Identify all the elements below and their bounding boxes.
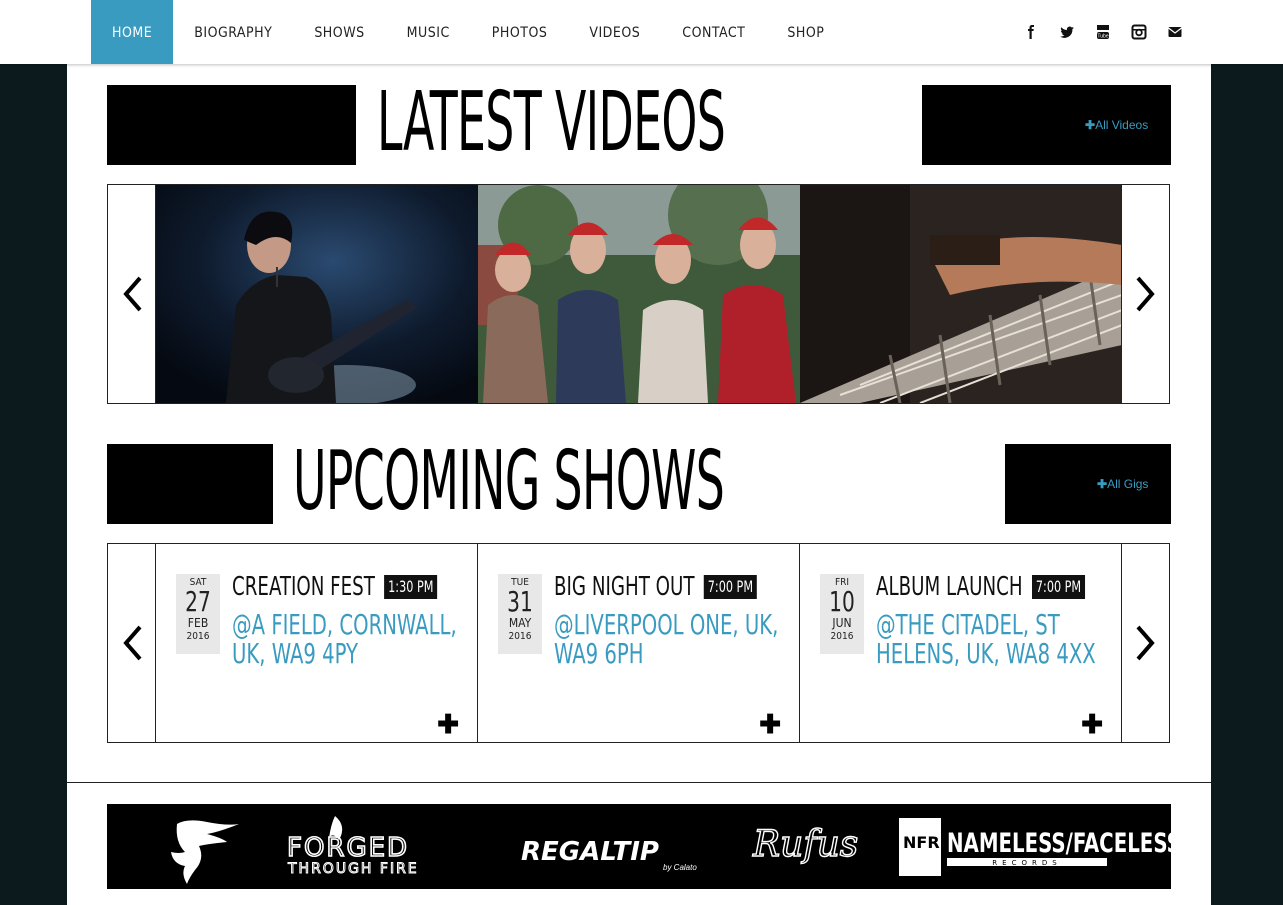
svg-text:THROUGH FIRE: THROUGH FIRE: [287, 861, 419, 877]
facebook-icon[interactable]: [1023, 24, 1039, 40]
svg-text:FORGED: FORGED: [287, 833, 409, 863]
chevron-left-icon: [122, 276, 142, 312]
nav-shop[interactable]: SHOP: [766, 0, 845, 64]
shows-title: UPCOMING SHOWS: [293, 434, 725, 529]
svg-text:RECORDS: RECORDS: [992, 859, 1061, 867]
shows-next-button[interactable]: [1121, 544, 1169, 742]
rufus-logo: Rufus: [751, 823, 859, 865]
forged-through-fire-logo: FORGED THROUGH FIRE: [286, 816, 419, 878]
nameless-faceless-records-logo: NFR NAMELESS/FACELESS RECORDS: [899, 818, 1181, 876]
show-name: CREATION FEST: [232, 572, 375, 602]
show-year: 2016: [830, 631, 854, 642]
svg-text:by Calato: by Calato: [663, 863, 697, 872]
show-card[interactable]: TUE 31 MAY 2016 BIG NIGHT OUT 7:00 PM @LI…: [478, 544, 800, 742]
show-time-badge: 7:00 PM: [703, 575, 757, 599]
all-gigs-link[interactable]: ✚All Gigs: [1097, 477, 1148, 491]
svg-text:REGALTIP: REGALTIP: [521, 837, 659, 867]
youtube-icon[interactable]: Tube: [1095, 24, 1111, 40]
show-title: CREATION FEST 1:30 PM: [232, 572, 438, 602]
show-venue[interactable]: @LIVERPOOL ONE, UK, WA9 6PH: [554, 610, 788, 668]
video-thumbnail-2[interactable]: [478, 185, 800, 403]
envelope-icon[interactable]: [1167, 24, 1183, 40]
all-gigs-label: All Gigs: [1107, 477, 1149, 491]
show-card[interactable]: SAT 27 FEB 2016 CREATION FEST 1:30 PM @A …: [156, 544, 478, 742]
shows-carousel: SAT 27 FEB 2016 CREATION FEST 1:30 PM @A …: [107, 543, 1170, 743]
show-name: BIG NIGHT OUT: [554, 572, 695, 602]
regaltip-logo: REGALTIP by Calato: [521, 837, 697, 872]
nav-videos[interactable]: VIDEOS: [568, 0, 661, 64]
show-venue[interactable]: @THE CITADEL, ST HELENS, UK, WA8 4XX: [876, 610, 1110, 668]
show-name: ALBUM LAUNCH: [876, 572, 1023, 602]
expand-plus-icon[interactable]: ✚: [1081, 711, 1103, 737]
show-time-badge: 1:30 PM: [384, 575, 438, 599]
show-day: 10: [829, 585, 855, 618]
nav-contact[interactable]: CONTACT: [661, 0, 766, 64]
nav-shows[interactable]: SHOWS: [293, 0, 385, 64]
chevron-left-icon: [122, 625, 142, 661]
svg-text:NFR: NFR: [903, 833, 940, 852]
nav-photos[interactable]: PHOTOS: [471, 0, 569, 64]
show-title: BIG NIGHT OUT 7:00 PM: [554, 572, 757, 602]
show-year: 2016: [186, 631, 210, 642]
videos-section-header: LATEST VIDEOS ✚All Videos: [107, 75, 1171, 170]
nav-music[interactable]: MUSIC: [386, 0, 471, 64]
show-month: JUN: [832, 616, 852, 630]
svg-text:NAMELESS/FACELESS: NAMELESS/FACELESS: [947, 827, 1171, 859]
videos-prev-button[interactable]: [108, 185, 156, 403]
show-date: FRI 10 JUN 2016: [820, 574, 864, 654]
show-day: 27: [185, 585, 211, 618]
show-month: MAY: [508, 616, 532, 630]
top-navigation-bar: HOME BIOGRAPHY SHOWS MUSIC PHOTOS VIDEOS…: [0, 0, 1283, 64]
twitter-icon[interactable]: [1059, 24, 1075, 40]
sponsor-logos: FORGED THROUGH FIRE REGALTIP by Calato R…: [107, 804, 1181, 889]
video-thumbnail-3[interactable]: [800, 185, 1122, 403]
chevron-right-icon: [1135, 276, 1155, 312]
videos-title: LATEST VIDEOS: [377, 75, 726, 170]
expand-plus-icon[interactable]: ✚: [437, 711, 459, 737]
svg-text:Rufus: Rufus: [752, 824, 858, 865]
show-card[interactable]: FRI 10 JUN 2016 ALBUM LAUNCH 7:00 PM @THE…: [800, 544, 1122, 742]
show-date: TUE 31 MAY 2016: [498, 574, 542, 654]
section-divider: [67, 782, 1211, 783]
social-links: Tube: [1023, 24, 1183, 40]
shows-section-header: UPCOMING SHOWS ✚All Gigs: [107, 434, 1171, 529]
show-title: ALBUM LAUNCH 7:00 PM: [876, 572, 1086, 602]
show-month: FEB: [187, 616, 209, 630]
show-year: 2016: [508, 631, 532, 642]
header-bar-right: ✚All Gigs: [1005, 444, 1171, 524]
instagram-icon[interactable]: [1131, 24, 1147, 40]
show-date: SAT 27 FEB 2016: [176, 574, 220, 654]
chevron-right-icon: [1135, 625, 1155, 661]
expand-plus-icon[interactable]: ✚: [759, 711, 781, 737]
video-thumbnail-1[interactable]: [156, 185, 478, 403]
phoenix-logo: [171, 820, 239, 884]
videos-carousel: [107, 184, 1170, 404]
all-videos-label: All Videos: [1095, 118, 1149, 132]
header-bar-right: ✚All Videos: [922, 85, 1171, 165]
show-time-badge: 7:00 PM: [1031, 575, 1086, 599]
main-content: LATEST VIDEOS ✚All Videos UPCOMING SHOWS…: [67, 64, 1211, 905]
nav-home[interactable]: HOME: [91, 0, 174, 64]
main-nav: HOME BIOGRAPHY SHOWS MUSIC PHOTOS VIDEOS…: [91, 0, 845, 64]
shows-prev-button[interactable]: [108, 544, 156, 742]
show-day: 31: [507, 585, 533, 618]
header-bar-left: [107, 85, 356, 165]
nav-biography[interactable]: BIOGRAPHY: [173, 0, 293, 64]
header-bar-left: [107, 444, 273, 524]
videos-next-button[interactable]: [1121, 185, 1169, 403]
svg-text:Tube: Tube: [1097, 34, 1108, 40]
all-videos-link[interactable]: ✚All Videos: [1085, 118, 1148, 132]
show-venue[interactable]: @A FIELD, CORNWALL, UK, WA9 4PY: [232, 610, 466, 668]
